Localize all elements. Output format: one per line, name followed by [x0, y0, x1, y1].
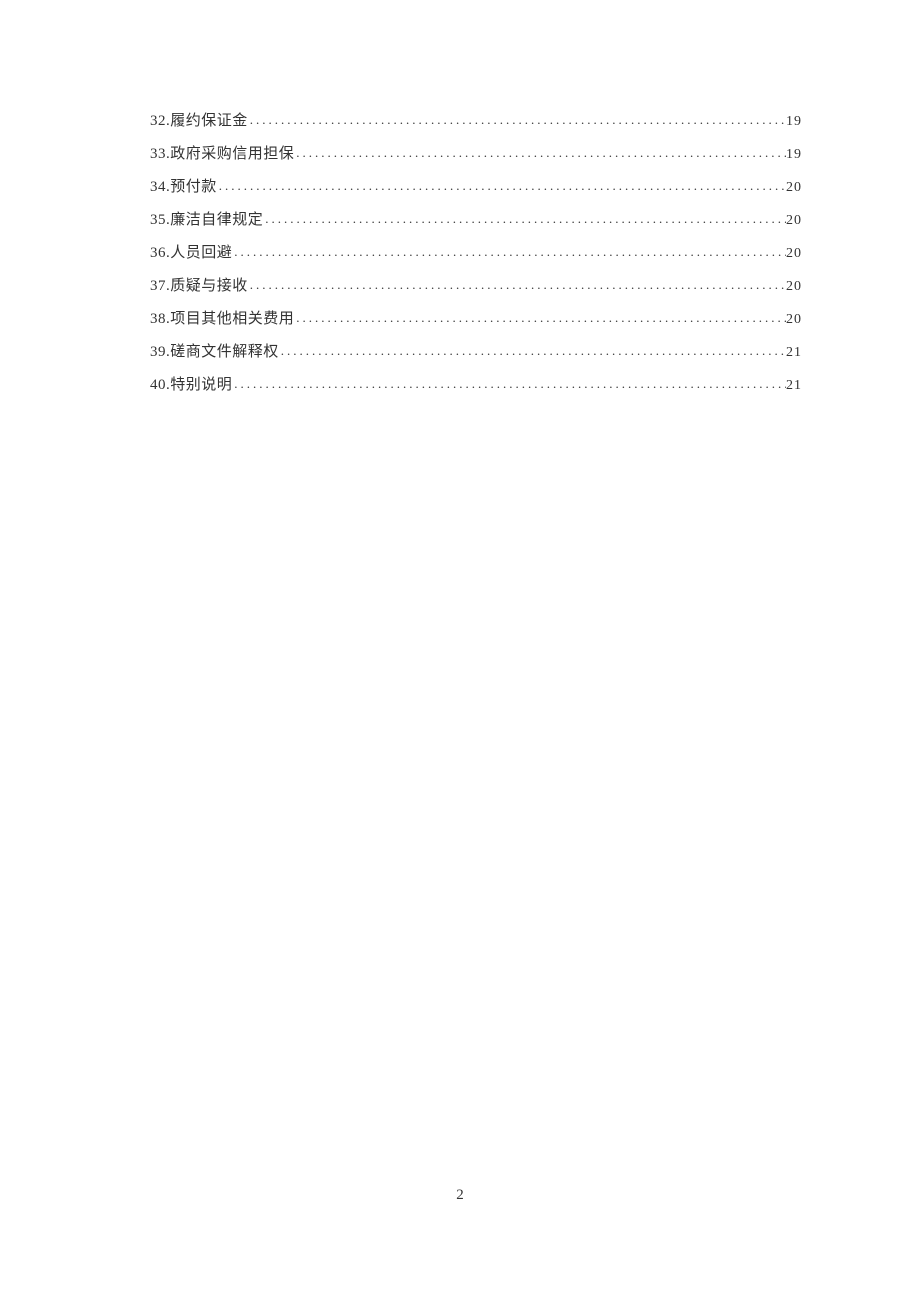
toc-dots: [279, 343, 786, 360]
toc-entry: 39.磋商文件解释权 21: [150, 343, 802, 363]
toc-entry-title: 35.廉洁自律规定: [150, 211, 263, 231]
toc-entry: 38.项目其他相关费用 20: [150, 310, 802, 330]
toc-entry-page: 20: [786, 245, 802, 263]
toc-entry-title: 33.政府采购信用担保: [150, 145, 294, 165]
toc-entry-title: 38.项目其他相关费用: [150, 310, 294, 330]
toc-dots: [248, 277, 786, 294]
toc-entry: 40.特别说明 21: [150, 376, 802, 396]
toc-dots: [294, 145, 786, 162]
toc-entry: 35.廉洁自律规定 20: [150, 211, 802, 231]
toc-entry-page: 20: [786, 311, 802, 329]
toc-entry-title: 40.特别说明: [150, 376, 232, 396]
toc-dots: [294, 310, 786, 327]
toc-entry-title: 37.质疑与接收: [150, 277, 248, 297]
toc-entry: 32.履约保证金 19: [150, 112, 802, 132]
toc-dots: [232, 376, 786, 393]
toc-entry-title: 39.磋商文件解释权: [150, 343, 279, 363]
toc-dots: [232, 244, 786, 261]
toc-entry-page: 21: [786, 344, 802, 362]
toc-entry: 33.政府采购信用担保 19: [150, 145, 802, 165]
toc-entry-page: 21: [786, 377, 802, 395]
page-content: 32.履约保证金 19 33.政府采购信用担保 19 34.预付款 20 35.…: [0, 0, 920, 396]
toc-dots: [217, 178, 786, 195]
toc-dots: [263, 211, 786, 228]
toc-dots: [248, 112, 786, 129]
toc-entry-page: 20: [786, 179, 802, 197]
toc-entry-page: 20: [786, 212, 802, 230]
toc-entry: 36.人员回避 20: [150, 244, 802, 264]
toc-entry-page: 19: [786, 146, 802, 164]
toc-entry: 34.预付款 20: [150, 178, 802, 198]
toc-entry-page: 20: [786, 278, 802, 296]
toc-entry-title: 32.履约保证金: [150, 112, 248, 132]
page-number: 2: [0, 1187, 920, 1204]
toc-entry-page: 19: [786, 113, 802, 131]
toc-entry-title: 36.人员回避: [150, 244, 232, 264]
toc-entry: 37.质疑与接收 20: [150, 277, 802, 297]
toc-entry-title: 34.预付款: [150, 178, 217, 198]
